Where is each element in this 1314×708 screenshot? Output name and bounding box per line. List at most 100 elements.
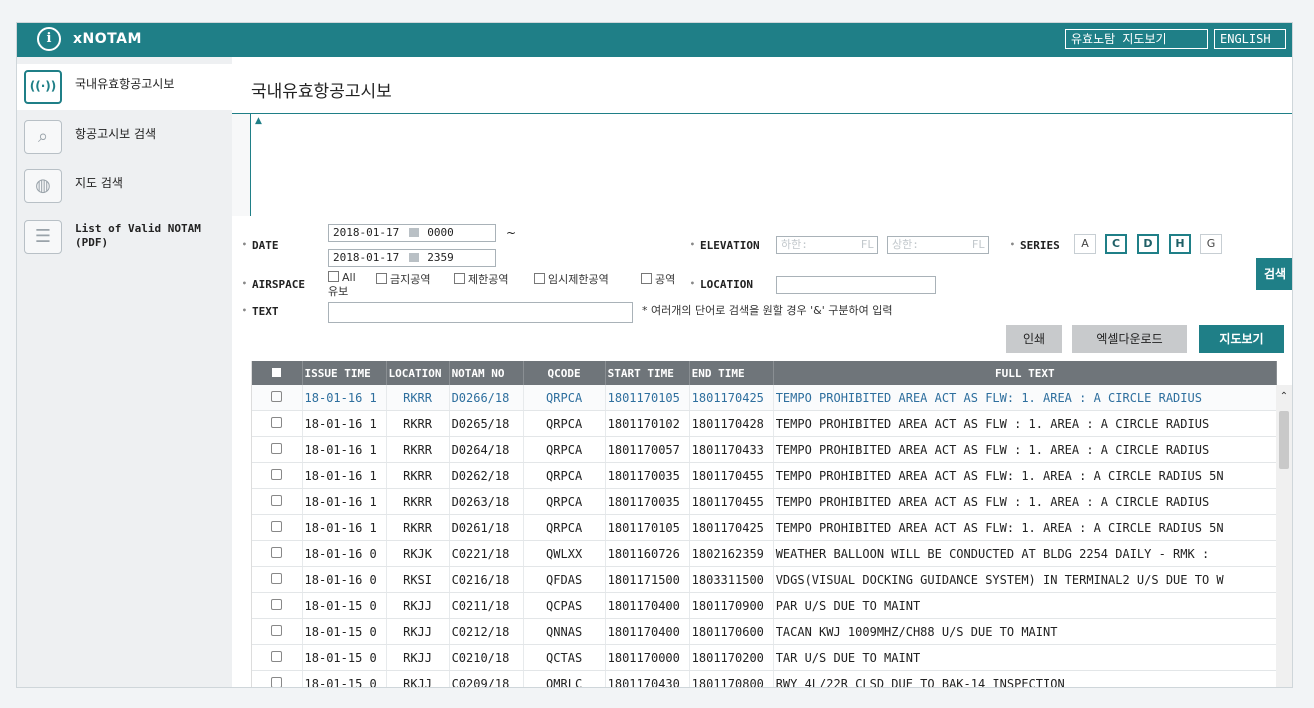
row-checkbox[interactable] — [252, 566, 303, 593]
sidebar-item-label: 지도 검색 — [75, 176, 123, 190]
elevation-lower-placeholder: 하한: — [781, 238, 808, 251]
excel-download-button[interactable]: 엑셀다운로드 — [1072, 325, 1187, 353]
start-time-cell: 1801171500 — [605, 566, 690, 593]
valid-notam-map-button[interactable]: 유효노탐 지도보기 — [1065, 29, 1208, 49]
airspace-other-checkbox[interactable]: 공역 — [641, 271, 675, 287]
issue-time-cell: 18-01-16 1 — [302, 436, 387, 463]
issue-time-cell: 18-01-15 0 — [302, 618, 387, 645]
issue-time-cell: 18-01-16 1 — [302, 514, 387, 541]
row-checkbox[interactable] — [252, 644, 303, 671]
scroll-up-arrow-icon[interactable]: ⌃ — [1276, 385, 1292, 409]
collapse-arrow-icon[interactable]: ▲ — [255, 116, 262, 126]
info-logo-icon[interactable]: i — [37, 27, 61, 51]
qcode-cell: QRPCA — [523, 410, 606, 437]
sidebar-item-label: 국내유효항공고시보 — [75, 77, 175, 91]
row-checkbox[interactable] — [252, 514, 303, 541]
scrollbar-thumb[interactable] — [1279, 411, 1289, 469]
series-h-toggle[interactable]: H — [1169, 234, 1191, 254]
qcode-cell: QRPCA — [523, 385, 606, 411]
qcode-cell: QRPCA — [523, 436, 606, 463]
row-checkbox[interactable] — [252, 618, 303, 645]
date-from-field[interactable]: 2018-01-17 0000 — [328, 224, 496, 242]
table-row[interactable]: 18-01-16 0 RKJK C0221/18 QWLXX 1801160726 180… — [252, 540, 1277, 567]
col-full-text[interactable]: FULL TEXT — [773, 361, 1277, 385]
location-cell: RKJJ — [386, 592, 450, 619]
issue-time-cell: 18-01-16 1 — [302, 385, 387, 411]
table-row[interactable]: 18-01-16 1 RKRR D0263/18 QRPCA 1801170035 180… — [252, 488, 1277, 515]
notam-table: ISSUE TIME LOCATION NOTAM NO QCODE START… — [251, 361, 1277, 687]
calendar-icon[interactable] — [409, 253, 420, 262]
english-button[interactable]: ENGLISH — [1214, 29, 1286, 49]
full-text-cell: WEATHER BALLOON WILL BE CONDUCTED AT BLD… — [773, 540, 1277, 567]
row-checkbox[interactable] — [252, 670, 303, 687]
issue-time-cell: 18-01-15 0 — [302, 670, 387, 687]
table-row[interactable]: 18-01-16 1 RKRR D0261/18 QRPCA 1801170105 180… — [252, 514, 1277, 541]
col-start-time[interactable]: START TIME — [605, 361, 690, 385]
airspace-temp-restricted-checkbox[interactable]: 임시제한공역 — [534, 271, 609, 287]
table-row[interactable]: 18-01-16 1 RKRR D0266/18 QRPCA 1801170105 180… — [252, 385, 1277, 411]
issue-time-cell: 18-01-16 1 — [302, 410, 387, 437]
table-body: 18-01-16 1 RKRR D0266/18 QRPCA 1801170105 180… — [252, 385, 1277, 687]
table-row[interactable]: 18-01-16 1 RKRR D0265/18 QRPCA 1801170102 180… — [252, 410, 1277, 437]
calendar-icon[interactable] — [409, 228, 420, 237]
elevation-upper-field[interactable]: 상한: FL — [887, 236, 989, 254]
qcode-cell: QRPCA — [523, 488, 606, 515]
table-row[interactable]: 18-01-16 0 RKSI C0216/18 QFDAS 1801171500 180… — [252, 566, 1277, 593]
row-checkbox[interactable] — [252, 436, 303, 463]
elevation-lower-field[interactable]: 하한: FL — [776, 236, 878, 254]
series-d-toggle[interactable]: D — [1137, 234, 1159, 254]
series-a-toggle[interactable]: A — [1074, 234, 1096, 254]
airspace-restricted-checkbox[interactable]: 제한공역 — [454, 271, 508, 287]
qcode-cell: QCPAS — [523, 592, 606, 619]
location-input[interactable] — [776, 276, 936, 294]
fl-unit: FL — [860, 238, 874, 251]
elevation-label: ELEVATION — [690, 239, 760, 252]
col-notam-no[interactable]: NOTAM NO — [449, 361, 524, 385]
sidebar-item-valid-notam[interactable]: ((·)) 국내유효항공고시보 — [17, 64, 232, 110]
table-row[interactable]: 18-01-15 0 RKJJ C0212/18 QNNAS 1801170400 180… — [252, 618, 1277, 645]
table-row[interactable]: 18-01-15 0 RKJJ C0210/18 QCTAS 1801170000 180… — [252, 644, 1277, 671]
sidebar-item-map-search[interactable]: ◍ 지도 검색 — [17, 163, 232, 209]
series-c-toggle[interactable]: C — [1105, 234, 1127, 254]
col-qcode[interactable]: QCODE — [523, 361, 606, 385]
table-row[interactable]: 18-01-15 0 RKJJ C0211/18 QCPAS 1801170400 180… — [252, 592, 1277, 619]
page-title: 국내유효항공고시보 — [251, 82, 392, 102]
qcode-cell: QWLXX — [523, 540, 606, 567]
full-text-cell: VDGS(VISUAL DOCKING GUIDANCE SYSTEM) IN … — [773, 566, 1277, 593]
col-end-time[interactable]: END TIME — [689, 361, 774, 385]
row-checkbox[interactable] — [252, 462, 303, 489]
start-time-cell: 1801170430 — [605, 670, 690, 687]
end-time-cell: 1801170433 — [689, 436, 774, 463]
notam-no-cell: C0212/18 — [449, 618, 524, 645]
end-time-cell: 1801170425 — [689, 514, 774, 541]
sidebar: ((·)) 국내유효항공고시보 ⌕ 항공고시보 검색 ◍ 지도 검색 ☰ Lis… — [17, 57, 232, 687]
table-row[interactable]: 18-01-15 0 RKJJ C0209/18 QMRLC 1801170430 180… — [252, 670, 1277, 687]
start-time-cell: 1801170105 — [605, 514, 690, 541]
sidebar-item-valid-notam-pdf[interactable]: ☰ List of Valid NOTAM (PDF) — [17, 214, 232, 260]
print-button[interactable]: 인쇄 — [1006, 325, 1062, 353]
row-checkbox[interactable] — [252, 540, 303, 567]
col-location[interactable]: LOCATION — [386, 361, 450, 385]
row-checkbox[interactable] — [252, 488, 303, 515]
row-checkbox[interactable] — [252, 385, 303, 411]
notam-no-cell: D0261/18 — [449, 514, 524, 541]
select-all-checkbox[interactable] — [252, 361, 303, 385]
full-text-cell: TEMPO PROHIBITED AREA ACT AS FLW : 1. AR… — [773, 436, 1277, 463]
series-g-toggle[interactable]: G — [1200, 234, 1222, 254]
elevation-upper-placeholder: 상한: — [892, 238, 919, 251]
map-view-button[interactable]: 지도보기 — [1199, 325, 1284, 353]
row-checkbox[interactable] — [252, 410, 303, 437]
table-row[interactable]: 18-01-16 1 RKRR D0262/18 QRPCA 1801170035 180… — [252, 462, 1277, 489]
search-button[interactable]: 검색 — [1256, 258, 1292, 290]
row-checkbox[interactable] — [252, 592, 303, 619]
col-issue-time[interactable]: ISSUE TIME — [302, 361, 387, 385]
airspace-prohibited-checkbox[interactable]: 금지공역 — [376, 271, 430, 287]
search-form: DATE 2018-01-17 0000 ~ 2018-01-17 2359 ELE… — [232, 216, 1292, 360]
text-input[interactable] — [328, 302, 633, 323]
date-to-field[interactable]: 2018-01-17 2359 — [328, 249, 496, 267]
sidebar-item-notam-search[interactable]: ⌕ 항공고시보 검색 — [17, 114, 232, 160]
table-row[interactable]: 18-01-16 1 RKRR D0264/18 QRPCA 1801170057 180… — [252, 436, 1277, 463]
app-title[interactable]: xNOTAM — [73, 31, 142, 47]
sidebar-item-label: 항공고시보 검색 — [75, 127, 157, 141]
end-time-cell: 1801170600 — [689, 618, 774, 645]
